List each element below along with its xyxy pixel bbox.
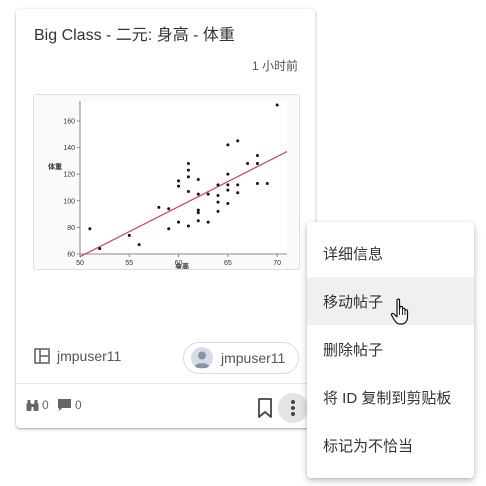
comments-count: 0: [75, 398, 82, 412]
x-tick-label: 50: [76, 260, 84, 267]
menu-item-copy-id[interactable]: 将 ID 复制到剪贴板: [307, 373, 474, 421]
y-tick-label: 100: [63, 198, 75, 205]
data-point: [255, 162, 259, 166]
y-tick-label: 80: [67, 225, 75, 232]
data-point: [246, 162, 250, 166]
bookmark-icon[interactable]: [255, 397, 275, 419]
x-tick-label: 70: [273, 260, 281, 267]
data-point: [216, 183, 220, 187]
data-point: [186, 162, 190, 166]
author-name: jmpuser11: [221, 350, 286, 366]
data-point: [196, 211, 200, 215]
layout-icon: [34, 348, 50, 364]
data-point: [255, 154, 259, 158]
data-point: [275, 103, 279, 107]
data-point: [98, 247, 102, 251]
post-title[interactable]: Big Class - 二元: 身高 - 体重: [34, 21, 235, 45]
data-point: [186, 175, 190, 179]
user-icon: [194, 351, 210, 368]
group-link[interactable]: jmpuser11: [34, 348, 121, 364]
data-point: [226, 172, 230, 176]
data-point: [186, 168, 190, 172]
data-point: [206, 220, 210, 224]
data-point: [196, 177, 200, 181]
comments-stat: 0: [57, 398, 82, 412]
data-point: [236, 139, 240, 143]
y-tick-label: 140: [63, 145, 75, 152]
plot-area: [80, 101, 287, 254]
data-point: [265, 181, 269, 185]
views-stat: 0: [26, 398, 49, 412]
y-tick-label: 60: [67, 252, 75, 259]
card-divider: [16, 383, 315, 384]
views-count: 0: [42, 398, 49, 412]
y-tick-label: 160: [63, 118, 75, 125]
menu-item-details[interactable]: 详细信息: [307, 229, 474, 277]
data-point: [226, 183, 230, 187]
author-chip[interactable]: jmpuser11: [183, 342, 299, 374]
more-options-button[interactable]: [278, 393, 308, 423]
avatar: [191, 347, 213, 369]
data-point: [255, 181, 259, 185]
data-point: [186, 224, 190, 228]
menu-item-delete-post[interactable]: 删除帖子: [307, 325, 474, 373]
data-point: [88, 227, 92, 231]
x-tick-label: 55: [125, 260, 133, 267]
context-menu: 详细信息 移动帖子 删除帖子 将 ID 复制到剪贴板 标记为不恰当: [307, 222, 474, 478]
more-vert-icon: [291, 400, 295, 416]
scatter-chart: 608010012014016050 55 60 65 70 体重 身高: [48, 101, 288, 269]
group-name: jmpuser11: [57, 348, 122, 364]
data-point: [127, 233, 131, 237]
data-point: [226, 201, 230, 205]
comment-icon: [58, 399, 71, 411]
data-point: [236, 191, 240, 195]
x-axis-label: 身高: [174, 262, 189, 269]
data-point: [157, 205, 161, 209]
data-point: [137, 243, 141, 247]
data-point: [177, 179, 181, 183]
data-point: [186, 189, 190, 193]
data-point: [216, 193, 220, 197]
binoculars-icon: [26, 399, 39, 411]
post-timestamp: 1 小时前: [251, 59, 298, 73]
data-point: [226, 188, 230, 192]
data-point: [216, 200, 220, 204]
hand-cursor-icon: [390, 298, 409, 325]
data-point: [196, 192, 200, 196]
menu-item-report[interactable]: 标记为不恰当: [307, 421, 474, 469]
data-point: [206, 192, 210, 196]
post-card[interactable]: Big Class - 二元: 身高 - 体重 1 小时前 60 80 100 120…: [16, 9, 315, 428]
data-point: [167, 207, 171, 211]
y-axis-label: 体重: [48, 162, 62, 171]
data-point: [236, 183, 240, 187]
data-point: [177, 184, 181, 188]
data-point: [226, 143, 230, 147]
x-tick-label: 65: [224, 260, 232, 267]
chart-thumbnail[interactable]: 60 80 100 120 140 160 50 55 60 65 70 体重 身高: [33, 94, 300, 270]
data-point: [196, 208, 200, 212]
data-point: [177, 220, 181, 224]
data-point: [216, 209, 220, 213]
y-tick-label: 120: [63, 172, 75, 179]
data-point: [167, 227, 171, 231]
data-point: [196, 219, 200, 223]
